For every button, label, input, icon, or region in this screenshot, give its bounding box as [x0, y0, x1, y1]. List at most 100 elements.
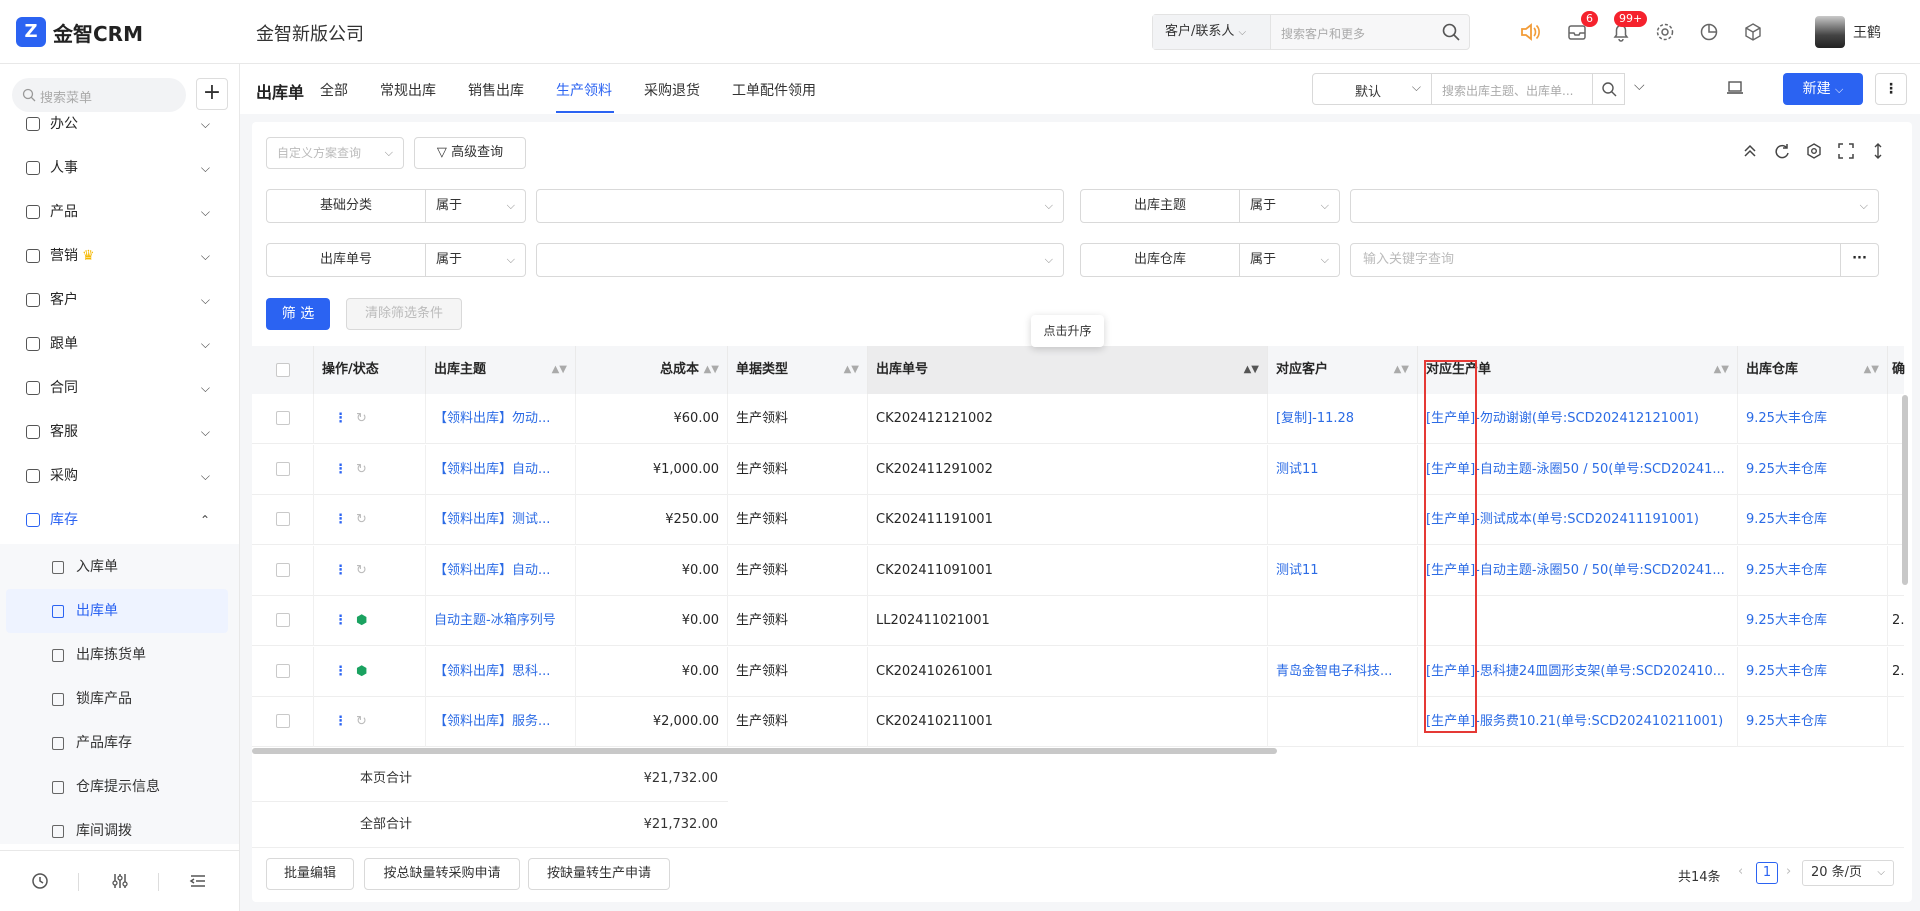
sidebar-item-hr[interactable]: 人事 ⌵ — [0, 150, 239, 186]
logo-icon[interactable]: Z — [16, 17, 46, 47]
cell-customer[interactable] — [1268, 596, 1418, 646]
cell-customer[interactable] — [1268, 495, 1418, 545]
app-logo-text[interactable]: 金智CRM — [53, 18, 143, 47]
prev-page-icon[interactable]: ‹ — [1738, 864, 1743, 879]
submenu-item-stock-in[interactable]: 入库单 — [0, 545, 239, 589]
table-row[interactable]: ⋮ ↻ 【领料出库】测试... ¥250.00 生产领料 CK202411191001 [生… — [252, 495, 1904, 545]
row-checkbox[interactable] — [276, 613, 290, 627]
row-more-icon[interactable]: ⋮ — [334, 394, 347, 444]
sort-icon[interactable]: ▲▼ — [552, 346, 567, 394]
avatar[interactable] — [1815, 16, 1845, 48]
tab-production-picking[interactable]: 生产领料 — [556, 80, 612, 100]
col-header-order-no[interactable]: 出库单号 ▲▼ — [868, 346, 1268, 394]
col-header-customer[interactable]: 对应客户 ▲▼ — [1268, 346, 1418, 394]
sidebar-item-marketing[interactable]: 营销 ♛ ⌵ — [0, 238, 239, 274]
row-checkbox[interactable] — [276, 411, 290, 425]
cell-subject[interactable]: 自动主题-冰箱序列号 — [426, 596, 576, 646]
sort-icon[interactable]: ▲▼ — [1714, 346, 1729, 394]
row-more-icon[interactable]: ⋮ — [334, 445, 347, 495]
expand-search-icon[interactable]: ⌵ — [1634, 78, 1645, 94]
company-name[interactable]: 金智新版公司 — [256, 20, 364, 46]
table-row[interactable]: ⋮ ⬢ 自动主题-冰箱序列号 ¥0.00 生产领料 LL202411021001 9.25大… — [252, 596, 1904, 646]
sidebar-item-service[interactable]: 客服 ⌵ — [0, 414, 239, 450]
laptop-icon[interactable] — [1726, 80, 1744, 96]
speaker-icon[interactable] — [1518, 20, 1542, 44]
submenu-item-stock-out[interactable]: 出库单 — [6, 589, 228, 633]
filter-value-subject[interactable]: ⌵ — [1350, 189, 1879, 223]
row-checkbox[interactable] — [276, 562, 290, 577]
cell-warehouse[interactable]: 9.25大丰仓库 — [1738, 697, 1888, 747]
submenu-item-picking[interactable]: 出库拣货单 — [0, 633, 239, 677]
sort-icon[interactable]: ▲▼ — [1244, 346, 1259, 394]
row-more-icon[interactable]: ⋮ — [334, 495, 347, 545]
cell-warehouse[interactable]: 9.25大丰仓库 — [1738, 596, 1888, 646]
view-select[interactable]: 默认 ⌵ — [1312, 73, 1432, 105]
col-header-cost[interactable]: 总成本 ▲▼ — [576, 346, 728, 394]
cell-customer[interactable] — [1268, 697, 1418, 747]
sliders-icon[interactable] — [110, 871, 130, 891]
select-all-checkbox[interactable] — [276, 363, 290, 377]
sidebar-item-follow[interactable]: 跟单 ⌵ — [0, 326, 239, 362]
row-more-icon[interactable]: ⋮ — [334, 647, 347, 697]
cell-subject[interactable]: 【领料出库】勿动... — [426, 394, 576, 444]
new-button[interactable]: 新建 ⌵ — [1783, 73, 1863, 105]
list-search-input[interactable]: 搜索出库主题、出库单... — [1431, 73, 1593, 105]
horizontal-scrollbar[interactable] — [252, 748, 1277, 754]
next-page-icon[interactable]: › — [1786, 864, 1791, 879]
warehouse-more-button[interactable]: ··· — [1840, 243, 1879, 277]
row-checkbox[interactable] — [276, 714, 290, 728]
filter-value-order-no[interactable]: ⌵ — [536, 243, 1064, 277]
list-search-button[interactable] — [1593, 73, 1625, 105]
page-1[interactable]: 1 — [1756, 862, 1778, 884]
cell-customer[interactable]: 测试11 — [1268, 444, 1418, 495]
cell-subject[interactable]: 【领料出库】自动... — [426, 444, 576, 495]
row-checkbox[interactable] — [276, 663, 290, 678]
table-row[interactable]: ⋮ ↻ 【领料出库】自动... ¥0.00 生产领料 CK202411091001 测试11… — [252, 545, 1904, 596]
collapse-up-icon[interactable] — [1741, 142, 1759, 160]
custom-query-select[interactable]: 自定义方案查询 ⌵ — [266, 137, 404, 169]
table-row[interactable]: ⋮ ↻ 【领料出库】服务... ¥2,000.00 生产领料 CK202410211001… — [252, 697, 1904, 747]
cell-warehouse[interactable]: 9.25大丰仓库 — [1738, 545, 1888, 596]
col-header-warehouse[interactable]: 出库仓库 ▲▼ — [1738, 346, 1888, 394]
cell-customer[interactable]: 青岛金智电子科技... — [1268, 646, 1418, 697]
cell-warehouse[interactable]: 9.25大丰仓库 — [1738, 444, 1888, 495]
filter-op-subject[interactable]: 属于 ⌵ — [1240, 189, 1340, 223]
convert-purchase-button[interactable]: 按总缺量转采购申请 — [364, 858, 520, 890]
refresh-icon[interactable] — [1773, 142, 1791, 160]
sidebar-item-office[interactable]: 办公 ⌵ — [0, 106, 239, 142]
col-header-subject[interactable]: 出库主题 ▲▼ — [426, 346, 576, 394]
search-scope-select[interactable]: 客户/联系人 ⌵ — [1153, 15, 1271, 49]
filter-op-order-no[interactable]: 属于 ⌵ — [426, 243, 526, 277]
table-row[interactable]: ⋮ ↻ 【领料出库】勿动... ¥60.00 生产领料 CK202412121002 [复制… — [252, 394, 1904, 444]
row-more-icon[interactable]: ⋮ — [334, 697, 347, 747]
gear-icon[interactable] — [1653, 20, 1677, 44]
col-header-type[interactable]: 单据类型 ▲▼ — [728, 346, 868, 394]
row-checkbox[interactable] — [276, 461, 290, 476]
tab-sales[interactable]: 销售出库 — [468, 80, 524, 100]
sort-icon[interactable]: ▲▼ — [1864, 346, 1879, 394]
submenu-item-warehouse-tips[interactable]: 仓库提示信息 — [0, 765, 239, 809]
user-name[interactable]: 王鹤 — [1853, 22, 1881, 42]
history-icon[interactable] — [30, 871, 50, 891]
tab-purchase-return[interactable]: 采购退货 — [644, 80, 700, 100]
tab-work-order[interactable]: 工单配件领用 — [732, 80, 816, 100]
sidebar-item-purchase[interactable]: 采购 ⌵ — [0, 458, 239, 494]
table-row[interactable]: ⋮ ↻ 【领料出库】自动... ¥1,000.00 生产领料 CK202411291002… — [252, 444, 1904, 495]
global-search-input[interactable]: 搜索客户和更多 — [1281, 25, 1365, 42]
tab-all[interactable]: 全部 — [320, 80, 348, 100]
submenu-item-locked-products[interactable]: 锁库产品 — [0, 677, 239, 721]
cell-subject[interactable]: 【领料出库】测试... — [426, 495, 576, 545]
cell-customer[interactable]: 测试11 — [1268, 545, 1418, 596]
cell-warehouse[interactable]: 9.25大丰仓库 — [1738, 394, 1888, 444]
sort-icon[interactable]: ▲▼ — [704, 346, 719, 394]
more-options-button[interactable]: ⋮ — [1875, 73, 1907, 105]
cell-warehouse[interactable]: 9.25大丰仓库 — [1738, 495, 1888, 545]
clear-filter-button[interactable]: 清除筛选条件 — [346, 298, 462, 330]
sidebar-item-customer[interactable]: 客户 ⌵ — [0, 282, 239, 318]
page-size-select[interactable]: 20 条/页 ⌵ — [1802, 860, 1894, 886]
sidebar-item-contract[interactable]: 合同 ⌵ — [0, 370, 239, 406]
submenu-item-transfer[interactable]: 库间调拨 — [0, 809, 239, 853]
collapse-menu-icon[interactable] — [188, 871, 208, 891]
row-more-icon[interactable]: ⋮ — [334, 596, 347, 646]
filter-value-category[interactable]: ⌵ — [536, 189, 1064, 223]
